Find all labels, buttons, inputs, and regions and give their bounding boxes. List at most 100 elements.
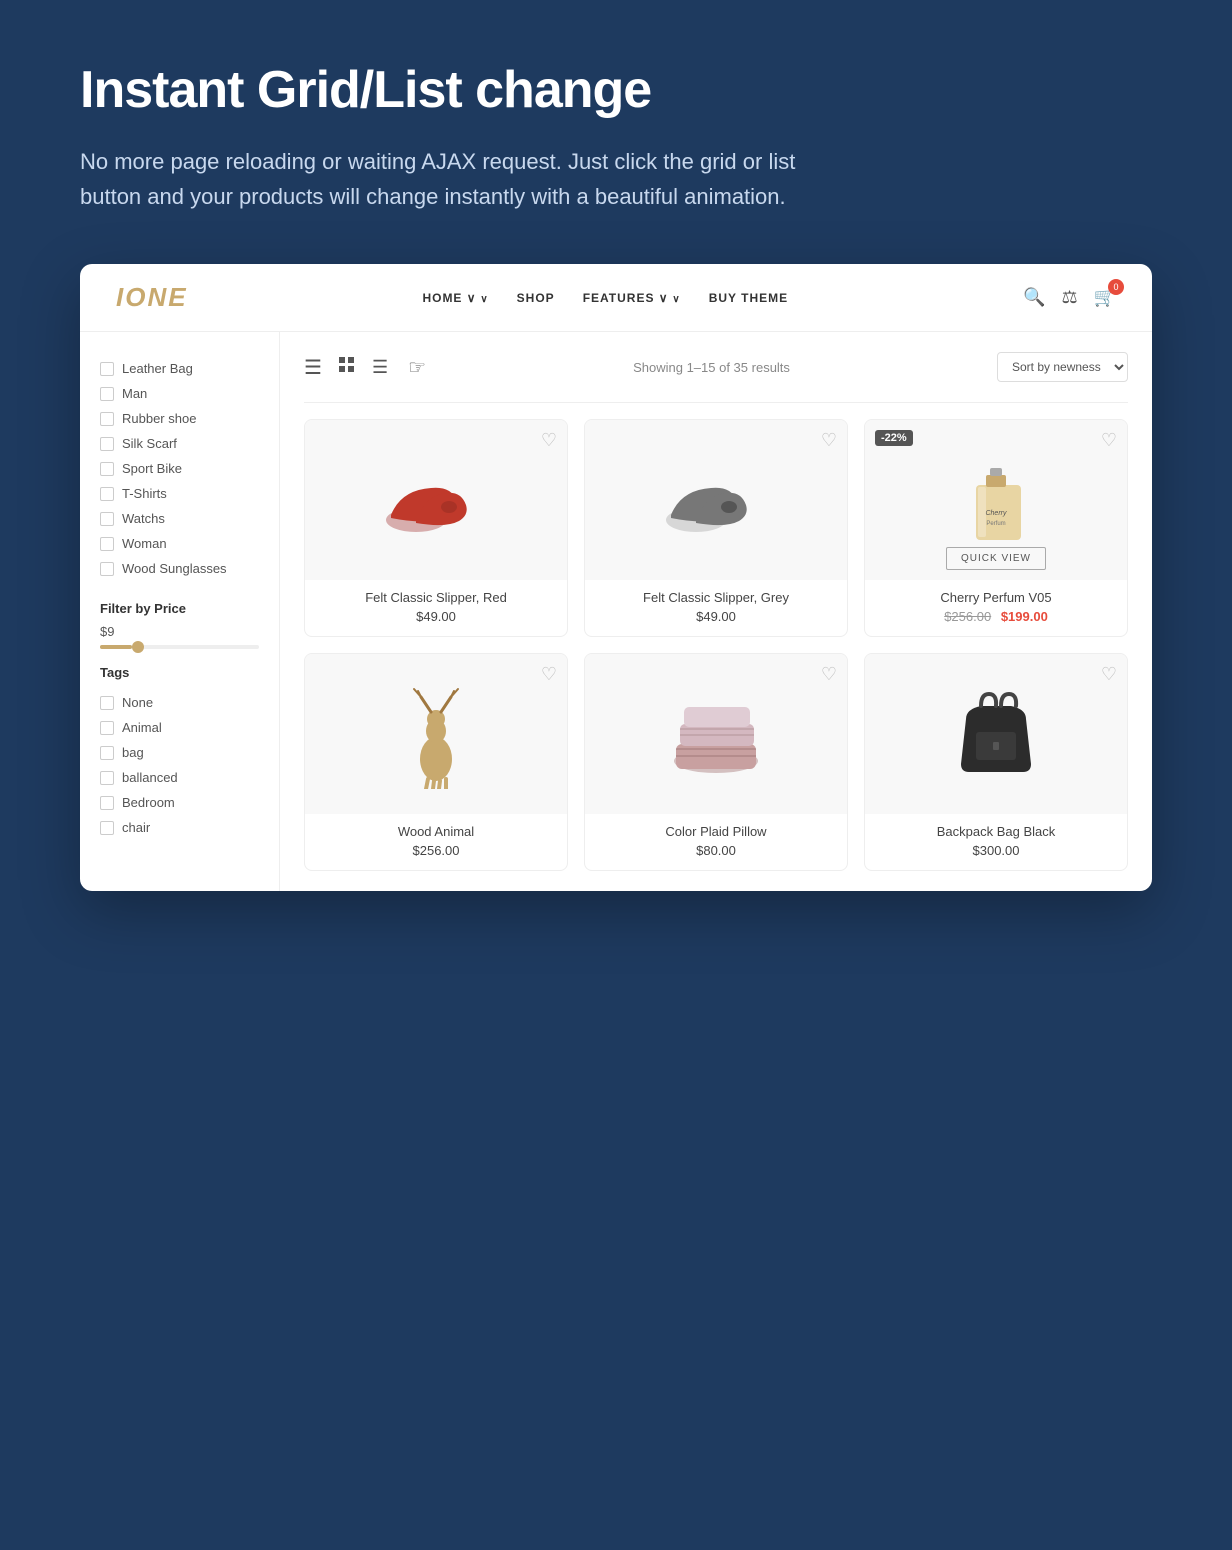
toolbar-divider <box>304 402 1128 403</box>
sort-select[interactable]: Sort by newness <box>997 352 1128 382</box>
main-content: Leather Bag Man Rubber shoe Silk Scarf S… <box>80 332 1152 891</box>
checkbox-bag[interactable] <box>100 746 114 760</box>
price-slider-fill <box>100 645 132 649</box>
checkbox-sport-bike[interactable] <box>100 462 114 476</box>
label-tshirts: T-Shirts <box>122 486 167 501</box>
wishlist-button-pillow[interactable]: ♡ <box>821 664 837 685</box>
label-rubber-shoe: Rubber shoe <box>122 411 196 426</box>
checkbox-wood-sunglasses[interactable] <box>100 562 114 576</box>
product-image-slipper-grey <box>661 460 771 540</box>
grid-view-icon[interactable] <box>338 356 356 379</box>
checkbox-leather-bag[interactable] <box>100 362 114 376</box>
sidebar-item-rubber-shoe[interactable]: Rubber shoe <box>100 406 259 431</box>
product-image-wrap-deer: ♡ <box>305 654 567 814</box>
checkbox-watchs[interactable] <box>100 512 114 526</box>
list-view-icon[interactable]: ☰ <box>372 357 388 378</box>
nav-features[interactable]: FEATURES ∨ <box>583 291 681 305</box>
product-name-perfume: Cherry Perfum V05 <box>877 590 1115 605</box>
product-image-deer <box>396 679 476 789</box>
cursor-icon: ☞ <box>408 355 426 380</box>
results-text: Showing 1–15 of 35 results <box>442 360 981 375</box>
sidebar: Leather Bag Man Rubber shoe Silk Scarf S… <box>80 332 280 891</box>
product-name-slipper-grey: Felt Classic Slipper, Grey <box>597 590 835 605</box>
checkbox-chair[interactable] <box>100 821 114 835</box>
product-price-perfume: $256.00 $199.00 <box>877 609 1115 624</box>
product-info-perfume: Cherry Perfum V05 $256.00 $199.00 <box>865 580 1127 636</box>
label-silk-scarf: Silk Scarf <box>122 436 177 451</box>
demo-window: IONE HOME ∨ SHOP FEATURES ∨ BUY THEME 🔍 … <box>80 264 1152 891</box>
price-slider-thumb[interactable] <box>132 641 144 653</box>
label-bedroom: Bedroom <box>122 795 175 810</box>
product-card-bag: ♡ Backpack Bag Black <box>864 653 1128 871</box>
product-card-slipper-grey: ♡ Felt Classic Slipper, Grey $49.00 <box>584 419 848 637</box>
quick-view-button-perfume[interactable]: QUICK VIEW <box>946 547 1046 570</box>
product-new-price-perfume: $199.00 <box>1001 609 1048 624</box>
nav-shop[interactable]: SHOP <box>517 291 555 305</box>
nav-buy-theme[interactable]: BUY THEME <box>709 291 788 305</box>
svg-text:Cherry: Cherry <box>985 510 1007 517</box>
product-image-perfume: Cherry Perfum <box>956 450 1036 550</box>
sidebar-tag-none[interactable]: None <box>100 690 259 715</box>
product-image-wrap-perfume: ♡ -22% Cherry Perfum QUICK VIEW <box>865 420 1127 580</box>
svg-text:Perfum: Perfum <box>986 521 1005 527</box>
nav-home[interactable]: HOME ∨ <box>422 291 488 305</box>
sidebar-item-woman[interactable]: Woman <box>100 531 259 556</box>
checkbox-animal[interactable] <box>100 721 114 735</box>
sidebar-item-watchs[interactable]: Watchs <box>100 506 259 531</box>
products-area: ☰ ☰ ☞ Showing 1–15 of 35 results Sort by… <box>280 332 1152 891</box>
sidebar-item-leather-bag[interactable]: Leather Bag <box>100 356 259 381</box>
account-icon[interactable]: ⚖ <box>1061 287 1077 308</box>
product-image-wrap-slipper-red: ♡ <box>305 420 567 580</box>
checkbox-woman[interactable] <box>100 537 114 551</box>
checkbox-silk-scarf[interactable] <box>100 437 114 451</box>
filter-icon[interactable]: ☰ <box>304 355 322 380</box>
checkbox-none[interactable] <box>100 696 114 710</box>
wishlist-button-perfume[interactable]: ♡ <box>1101 430 1117 451</box>
nav-bar: IONE HOME ∨ SHOP FEATURES ∨ BUY THEME 🔍 … <box>80 264 1152 332</box>
sidebar-item-tshirts[interactable]: T-Shirts <box>100 481 259 506</box>
wishlist-button-slipper-red[interactable]: ♡ <box>541 430 557 451</box>
product-info-pillow: Color Plaid Pillow $80.00 <box>585 814 847 870</box>
product-price-slipper-grey: $49.00 <box>597 609 835 624</box>
sidebar-tag-chair[interactable]: chair <box>100 815 259 840</box>
hero-description: No more page reloading or waiting AJAX r… <box>80 144 860 214</box>
label-sport-bike: Sport Bike <box>122 461 182 476</box>
product-card-slipper-red: ♡ Felt Classic Slipper, Red $49.00 <box>304 419 568 637</box>
checkbox-ballanced[interactable] <box>100 771 114 785</box>
product-name-pillow: Color Plaid Pillow <box>597 824 835 839</box>
sidebar-item-man[interactable]: Man <box>100 381 259 406</box>
label-man: Man <box>122 386 147 401</box>
checkbox-tshirts[interactable] <box>100 487 114 501</box>
product-price-slipper-red: $49.00 <box>317 609 555 624</box>
label-wood-sunglasses: Wood Sunglasses <box>122 561 227 576</box>
product-name-bag: Backpack Bag Black <box>877 824 1115 839</box>
wishlist-button-slipper-grey[interactable]: ♡ <box>821 430 837 451</box>
label-ballanced: ballanced <box>122 770 178 785</box>
sidebar-tag-animal[interactable]: Animal <box>100 715 259 740</box>
label-watchs: Watchs <box>122 511 165 526</box>
nav-links: HOME ∨ SHOP FEATURES ∨ BUY THEME <box>228 291 983 305</box>
price-value: $9 <box>100 624 259 639</box>
product-card-pillow: ♡ <box>584 653 848 871</box>
wishlist-button-bag[interactable]: ♡ <box>1101 664 1117 685</box>
label-woman: Woman <box>122 536 167 551</box>
product-old-price-perfume: $256.00 <box>944 609 991 624</box>
product-info-slipper-red: Felt Classic Slipper, Red $49.00 <box>305 580 567 636</box>
cart-icon[interactable]: 🛒 0 <box>1094 287 1116 308</box>
sidebar-item-silk-scarf[interactable]: Silk Scarf <box>100 431 259 456</box>
price-slider[interactable] <box>100 645 259 649</box>
checkbox-bedroom[interactable] <box>100 796 114 810</box>
sidebar-item-wood-sunglasses[interactable]: Wood Sunglasses <box>100 556 259 581</box>
sidebar-tag-ballanced[interactable]: ballanced <box>100 765 259 790</box>
sidebar-item-sport-bike[interactable]: Sport Bike <box>100 456 259 481</box>
checkbox-rubber-shoe[interactable] <box>100 412 114 426</box>
search-icon[interactable]: 🔍 <box>1023 287 1045 308</box>
wishlist-button-deer[interactable]: ♡ <box>541 664 557 685</box>
product-price-pillow: $80.00 <box>597 843 835 858</box>
checkbox-man[interactable] <box>100 387 114 401</box>
sidebar-tag-bag[interactable]: bag <box>100 740 259 765</box>
product-image-wrap-bag: ♡ <box>865 654 1127 814</box>
product-name-slipper-red: Felt Classic Slipper, Red <box>317 590 555 605</box>
product-info-deer: Wood Animal $256.00 <box>305 814 567 870</box>
sidebar-tag-bedroom[interactable]: Bedroom <box>100 790 259 815</box>
